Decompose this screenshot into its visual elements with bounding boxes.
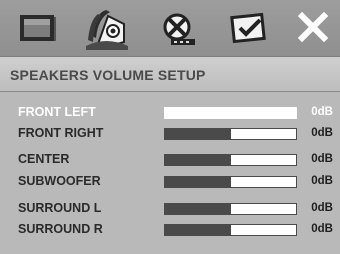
speaker-row-center[interactable]: CENTER 0dB bbox=[0, 151, 340, 169]
level-slider[interactable] bbox=[164, 128, 297, 140]
level-value: 0dB bbox=[311, 106, 333, 118]
level-fill bbox=[165, 108, 231, 118]
level-fill bbox=[165, 129, 231, 139]
speaker-setup-icon[interactable] bbox=[84, 6, 130, 55]
level-fill bbox=[165, 204, 231, 214]
display-setup-icon[interactable] bbox=[18, 12, 58, 49]
setup-menu-icon-bar bbox=[0, 0, 340, 56]
level-fill bbox=[165, 225, 231, 235]
feature-setup-icon[interactable] bbox=[161, 12, 197, 51]
speaker-label: SURROUND L bbox=[18, 201, 102, 215]
speaker-label: FRONT LEFT bbox=[18, 105, 96, 119]
speaker-row-front-right[interactable]: FRONT RIGHT 0dB bbox=[0, 125, 340, 143]
level-value: 0dB bbox=[311, 153, 333, 165]
preferences-setup-icon[interactable] bbox=[230, 12, 268, 49]
level-slider[interactable] bbox=[164, 203, 297, 215]
exit-icon[interactable] bbox=[297, 11, 329, 47]
level-value: 0dB bbox=[311, 127, 333, 139]
level-value: 0dB bbox=[311, 223, 333, 235]
speaker-level-list: FRONT LEFT 0dB FRONT RIGHT 0dB CENTER 0d… bbox=[0, 92, 340, 254]
page-title: SPEAKERS VOLUME SETUP bbox=[10, 67, 206, 83]
speaker-row-front-left[interactable]: FRONT LEFT 0dB bbox=[0, 104, 340, 122]
speaker-label: FRONT RIGHT bbox=[18, 126, 104, 140]
level-slider[interactable] bbox=[164, 224, 297, 236]
level-fill bbox=[165, 177, 231, 187]
speaker-row-surround-l[interactable]: SURROUND L 0dB bbox=[0, 200, 340, 218]
speaker-label: SUBWOOFER bbox=[18, 174, 101, 188]
speaker-row-surround-r[interactable]: SURROUND R 0dB bbox=[0, 221, 340, 239]
speaker-label: SURROUND R bbox=[18, 222, 103, 236]
level-fill bbox=[165, 155, 231, 165]
level-slider[interactable] bbox=[164, 176, 297, 188]
level-slider[interactable] bbox=[164, 107, 297, 119]
level-slider[interactable] bbox=[164, 154, 297, 166]
level-value: 0dB bbox=[311, 175, 333, 187]
level-value: 0dB bbox=[311, 202, 333, 214]
speaker-label: CENTER bbox=[18, 152, 70, 166]
speaker-row-subwoofer[interactable]: SUBWOOFER 0dB bbox=[0, 173, 340, 191]
title-bar: SPEAKERS VOLUME SETUP bbox=[0, 56, 340, 92]
